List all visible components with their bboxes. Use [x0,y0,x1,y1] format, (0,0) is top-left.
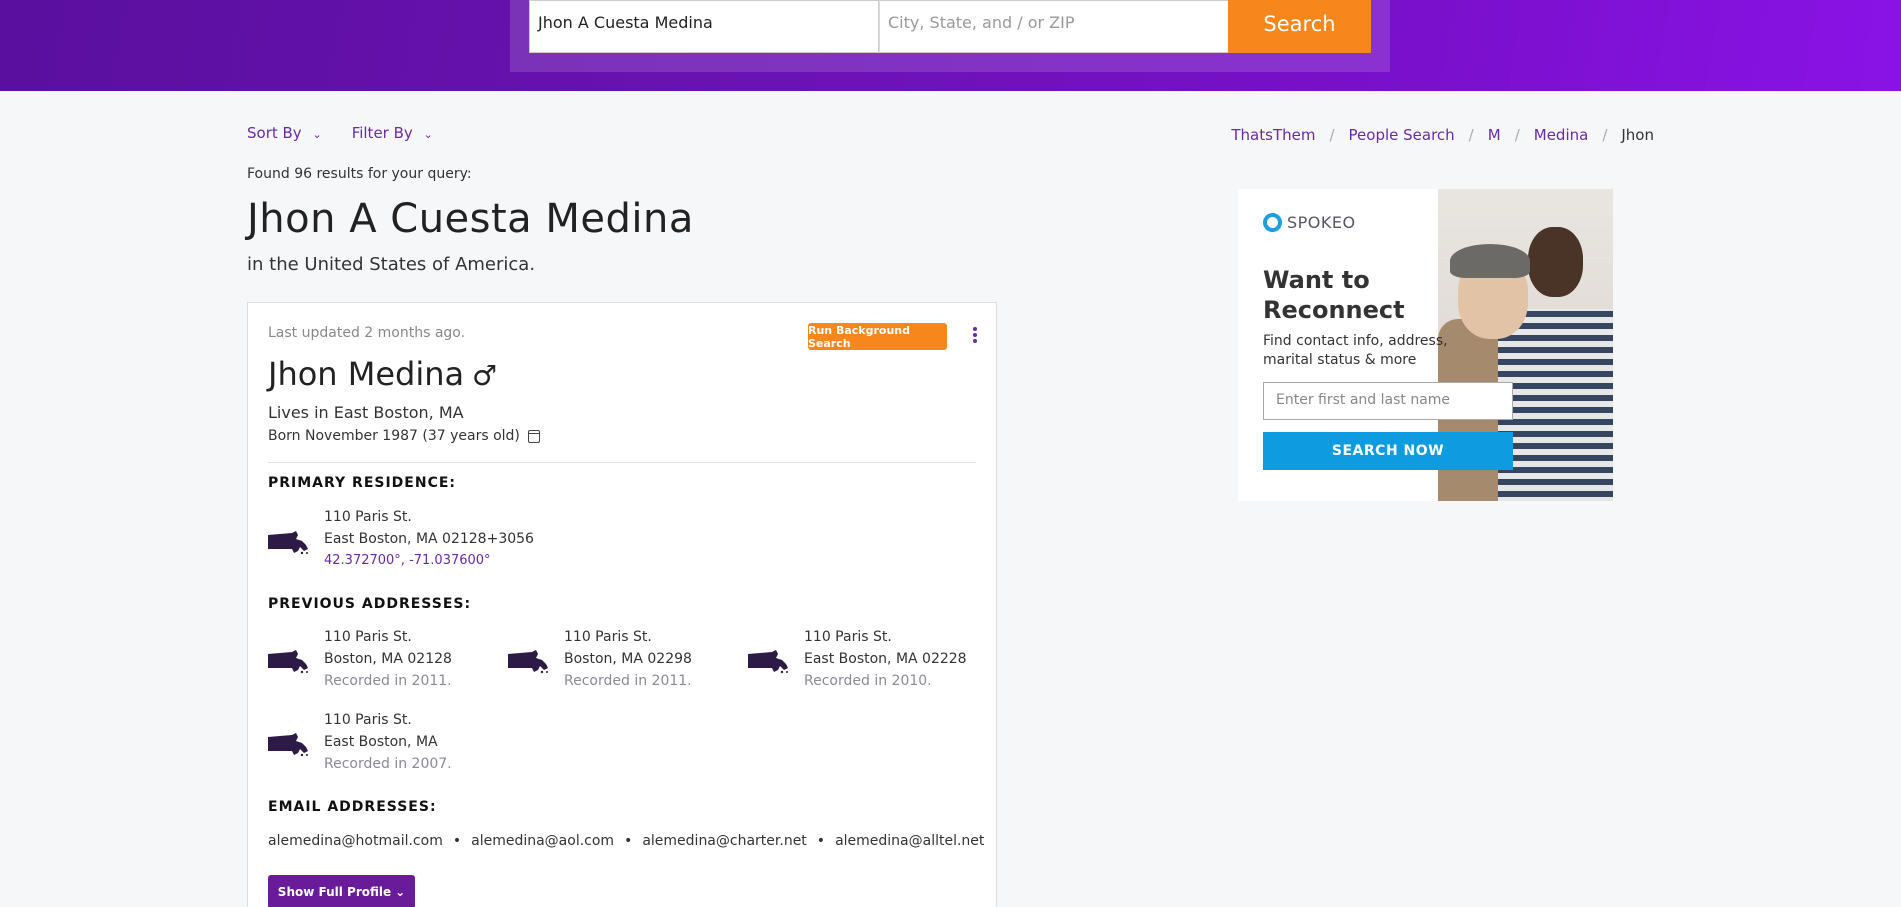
address-line2: East Boston, MA 02128+3056 [324,531,534,547]
lives-in: Lives in East Boston, MA [268,403,464,422]
recorded-date: Recorded in 2007. [324,756,452,772]
address-line2: East Boston, MA [324,734,438,750]
email-link[interactable]: alemedina@charter.net [642,833,806,849]
site-header: Jhon A Cuesta Medina City, State, and / … [0,0,1901,91]
email-addresses-title: EMAIL ADDRESSES: [268,799,437,815]
filter-by-label: Filter By [351,124,413,142]
previous-address: 110 Paris St. Boston, MA 02128 Recorded … [324,626,452,692]
email-link[interactable]: alemedina@hotmail.com [268,833,443,849]
birth-info: Born November 1987 (37 years old) [268,428,540,444]
recorded-date: Recorded in 2011. [564,673,692,689]
search-button[interactable]: Search [1228,0,1371,53]
email-separator: • [624,833,633,849]
breadcrumb-item-medina[interactable]: Medina [1534,126,1589,144]
breadcrumb-separator: / [1602,126,1608,144]
results-count: Found 96 results for your query: [247,166,472,182]
ad-search-now-button[interactable]: SEARCH NOW [1263,432,1513,470]
address-line2: Boston, MA 02128 [324,651,452,667]
show-full-profile-label: Show Full Profile [277,885,392,899]
filter-by-dropdown[interactable]: Filter By ⌄ [352,124,433,142]
breadcrumb-separator: / [1329,126,1335,144]
massachusetts-map-icon [268,733,308,757]
name-search-input[interactable]: Jhon A Cuesta Medina [529,0,879,53]
coordinates-link[interactable]: 42.372700°, -71.037600° [324,550,534,572]
address-line1: 110 Paris St. [564,629,652,645]
chevron-down-icon: ⌄ [312,128,322,141]
email-link[interactable]: alemedina@alltel.net [835,833,984,849]
recorded-date: Recorded in 2011. [324,673,452,689]
breadcrumb-separator: / [1514,126,1520,144]
massachusetts-map-icon [268,650,308,674]
result-card: Last updated 2 months ago. Run Backgroun… [247,302,997,907]
breadcrumb-item-thatsthem[interactable]: ThatsThem [1231,126,1315,144]
person-name[interactable]: Jhon Medina [268,355,464,393]
born-text: Born November 1987 (37 years old) [268,428,520,444]
primary-address: 110 Paris St. East Boston, MA 02128+3056… [324,506,534,572]
person-name-row: Jhon Medina ♂ [268,355,497,393]
address-line2: Boston, MA 02298 [564,651,692,667]
previous-addresses-title: PREVIOUS ADDRESSES: [268,596,472,612]
address-line1: 110 Paris St. [324,712,412,728]
page-title: Jhon A Cuesta Medina [247,196,694,242]
breadcrumb-separator: / [1468,126,1474,144]
sort-by-dropdown[interactable]: Sort By ⌄ [247,124,322,142]
previous-address: 110 Paris St. East Boston, MA 02228 Reco… [804,626,967,692]
sort-filter-bar: Sort By ⌄ Filter By ⌄ [247,124,433,142]
breadcrumb-item-current: Jhon [1621,126,1654,144]
chevron-down-icon: ⌄ [423,128,433,141]
previous-address: 110 Paris St. East Boston, MA Recorded i… [324,709,452,775]
chevron-down-icon: ⌄ [395,885,406,899]
recorded-date: Recorded in 2010. [804,673,932,689]
email-list: alemedina@hotmail.com • alemedina@aol.co… [268,833,984,849]
massachusetts-map-icon [748,650,788,674]
breadcrumb-item-people-search[interactable]: People Search [1349,126,1455,144]
spokeo-ring-icon [1263,213,1282,232]
ad-name-input[interactable]: Enter first and last name [1263,382,1513,420]
ad-description: Find contact info, address, marital stat… [1263,333,1448,368]
massachusetts-map-icon [508,650,548,674]
massachusetts-map-icon [268,531,308,555]
divider [268,462,976,463]
run-background-search-button[interactable]: Run Background Search [808,323,947,350]
more-vertical-icon[interactable] [971,325,979,345]
email-separator: • [816,833,826,849]
calendar-icon [527,429,540,443]
spokeo-brand: SPOKEO [1287,213,1356,232]
page-subtitle: in the United States of America. [247,254,536,275]
last-updated: Last updated 2 months ago. [268,325,466,341]
address-line1: 110 Paris St. [324,509,412,525]
email-separator: • [452,833,462,849]
spokeo-ad[interactable]: SPOKEO Want to Reconnect Find contact in… [1238,189,1613,501]
search-bar: Jhon A Cuesta Medina City, State, and / … [510,0,1390,72]
location-search-input[interactable]: City, State, and / or ZIP [879,0,1229,53]
sort-by-label: Sort By [247,124,302,142]
address-line1: 110 Paris St. [804,629,892,645]
previous-address: 110 Paris St. Boston, MA 02298 Recorded … [564,626,692,692]
email-link[interactable]: alemedina@aol.com [471,833,614,849]
address-line2: East Boston, MA 02228 [804,651,967,667]
spokeo-logo: SPOKEO [1263,213,1356,232]
show-full-profile-button[interactable]: Show Full Profile ⌄ [268,875,415,907]
male-icon: ♂ [472,359,498,392]
breadcrumb: ThatsThem / People Search / M / Medina /… [1231,126,1654,144]
primary-residence-title: PRIMARY RESIDENCE: [268,475,457,491]
breadcrumb-item-m[interactable]: M [1488,126,1501,144]
ad-title: Want to Reconnect [1263,266,1405,324]
address-line1: 110 Paris St. [324,629,412,645]
